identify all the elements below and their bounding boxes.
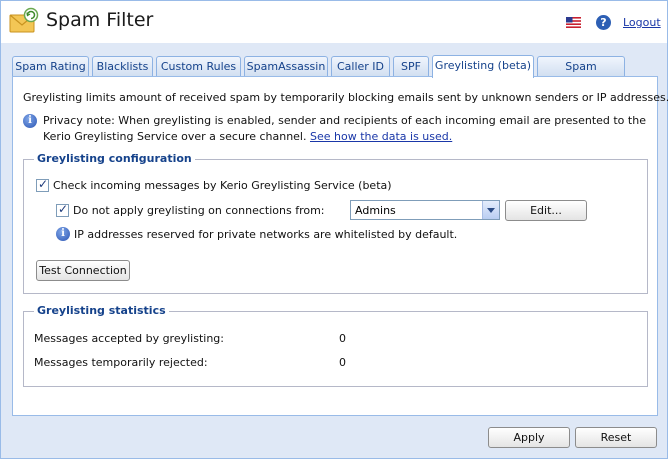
stats-legend: Greylisting statistics — [34, 304, 169, 317]
rejected-count-label: Messages temporarily rejected: — [34, 356, 208, 369]
envelope-filter-icon — [9, 7, 39, 33]
logout-link[interactable]: Logout — [623, 16, 661, 29]
help-icon[interactable]: ? — [596, 15, 611, 30]
test-connection-button[interactable]: Test Connection — [36, 260, 130, 281]
greylisting-panel: Greylisting limits amount of received sp… — [12, 76, 668, 416]
chevron-down-icon[interactable] — [482, 201, 499, 219]
greylisting-description: Greylisting limits amount of received sp… — [23, 91, 668, 104]
tab-blacklists[interactable]: Blacklists — [92, 56, 153, 77]
edit-button[interactable]: Edit... — [505, 200, 587, 221]
tab-spam-rating[interactable]: Spam Rating — [12, 56, 89, 77]
ip-group-select[interactable]: Admins — [350, 200, 500, 220]
config-legend: Greylisting configuration — [34, 152, 195, 165]
spam-filter-window: Spam Filter ? Logout Spam Rating Blackli… — [0, 0, 668, 459]
accepted-count-value: 0 — [339, 332, 346, 345]
exclude-connections-checkbox[interactable] — [56, 202, 69, 217]
see-data-usage-link[interactable]: See how the data is used. — [310, 130, 452, 143]
tab-spamassassin[interactable]: SpamAssassin — [244, 56, 328, 77]
reset-button[interactable]: Reset — [575, 427, 657, 448]
exclude-connections-label: Do not apply greylisting on connections … — [73, 204, 325, 217]
tab-spam-repellent[interactable]: Spam Repellent — [537, 56, 625, 92]
tab-custom-rules[interactable]: Custom Rules — [156, 56, 241, 77]
greylisting-configuration-group: Greylisting configuration Check incoming… — [23, 152, 648, 294]
check-service-checkbox[interactable] — [36, 177, 49, 192]
rejected-count-value: 0 — [339, 356, 346, 369]
check-service-label: Check incoming messages by Kerio Greylis… — [53, 179, 392, 192]
tab-greylisting[interactable]: Greylisting (beta) — [432, 55, 534, 78]
privacy-note: Privacy note: When greylisting is enable… — [43, 113, 648, 145]
tab-strip: Spam Rating Blacklists Custom Rules Spam… — [12, 55, 658, 92]
tab-spf[interactable]: SPF — [393, 56, 429, 77]
ip-group-select-value: Admins — [355, 204, 396, 217]
greylisting-statistics-group: Greylisting statistics Messages accepted… — [23, 304, 648, 387]
apply-button[interactable]: Apply — [488, 427, 570, 448]
tab-caller-id[interactable]: Caller ID — [331, 56, 390, 77]
accepted-count-label: Messages accepted by greylisting: — [34, 332, 224, 345]
page-title: Spam Filter — [46, 9, 154, 31]
private-networks-note: IP addresses reserved for private networ… — [74, 228, 458, 241]
info-icon: i — [56, 227, 70, 241]
header: Spam Filter ? Logout — [1, 1, 667, 43]
us-flag-icon[interactable] — [566, 17, 581, 28]
info-icon: i — [23, 114, 37, 128]
